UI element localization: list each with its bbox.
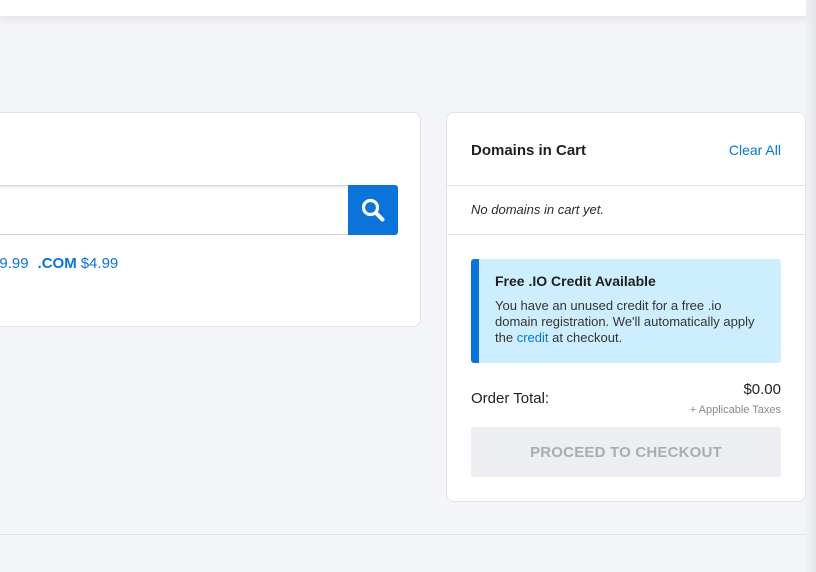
credit-notice-title: Free .IO Credit Available (495, 273, 656, 289)
credit-notice-body: You have an unused credit for a free .io… (495, 298, 765, 346)
tld-price: 79.99 (0, 255, 29, 272)
credit-notice: Free .IO Credit Available You have an un… (471, 259, 781, 363)
taxes-note: + Applicable Taxes (689, 404, 781, 416)
proceed-to-checkout-button[interactable]: PROCEED TO CHECKOUT (471, 427, 781, 477)
clear-all-link[interactable]: Clear All (729, 142, 781, 158)
domain-search-card: 79.99 .COM$4.99 (0, 112, 421, 327)
footer-divider (0, 534, 806, 535)
credit-body-text-end: at checkout. (548, 330, 623, 345)
order-total-value: $0.00 (743, 381, 781, 398)
cart-panel: Domains in Cart Clear All No domains in … (446, 112, 806, 502)
credit-link[interactable]: credit (517, 330, 549, 345)
divider (447, 234, 805, 235)
order-total-label: Order Total: (471, 390, 550, 407)
search-button[interactable] (348, 185, 398, 235)
empty-cart-message: No domains in cart yet. (471, 202, 604, 217)
tld-name: .COM (37, 255, 77, 272)
tld-pricing-row: 79.99 .COM$4.99 (0, 255, 118, 272)
domain-search-input[interactable] (0, 185, 349, 235)
top-header-bar (0, 0, 806, 16)
tld-price: $4.99 (80, 255, 119, 272)
divider (447, 185, 805, 186)
search-icon (360, 197, 386, 223)
cart-title: Domains in Cart (471, 142, 587, 159)
